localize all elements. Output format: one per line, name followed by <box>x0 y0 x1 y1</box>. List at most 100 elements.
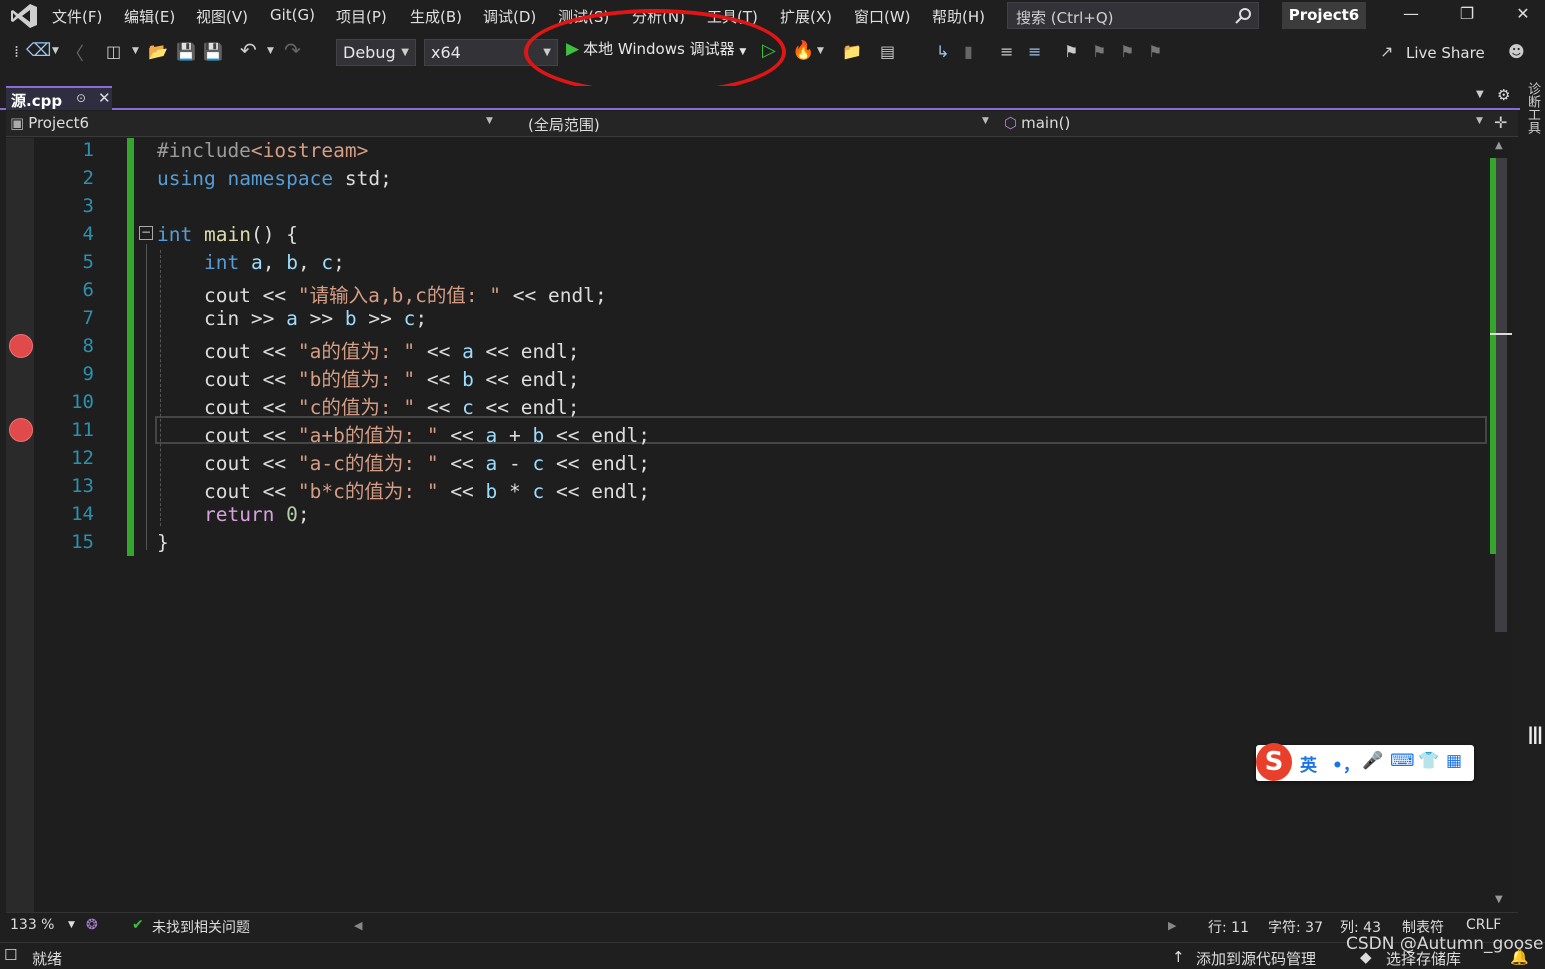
microphone-icon[interactable]: 🎤 <box>1362 751 1383 771</box>
minimize-icon[interactable]: — <box>1396 4 1426 28</box>
scroll-up-icon[interactable]: ▲ <box>1495 140 1503 151</box>
new-item-dropdown-icon[interactable]: ▼ <box>132 46 139 56</box>
line-number: 1 <box>82 139 94 161</box>
hot-reload-icon[interactable]: 🔥 <box>792 40 814 61</box>
ime-language[interactable]: 英 <box>1300 751 1317 776</box>
restore-icon[interactable]: ❐ <box>1452 4 1482 28</box>
search-input[interactable]: 搜索 (Ctrl+Q) <box>1007 2 1259 29</box>
add-to-source-control[interactable]: 添加到源代码管理 <box>1196 948 1316 969</box>
ready-status: 就绪 <box>32 950 63 968</box>
menu-extensions[interactable]: 扩展(X) <box>780 6 832 27</box>
configuration-select[interactable]: Debug ▼ <box>336 39 416 66</box>
navigation-bar: ▣ Project6 ▼ (全局范围) ▼ ⬡ main() ▼ ✛ <box>6 111 1518 137</box>
bookmark-icon[interactable]: ⚑ <box>1064 42 1078 61</box>
scroll-thumb[interactable] <box>1495 158 1507 632</box>
issues-status[interactable]: 未找到相关问题 <box>152 917 250 937</box>
sogou-logo: S <box>1256 743 1292 781</box>
search-icon <box>1235 8 1251 24</box>
pin-icon[interactable]: ⊙ <box>76 91 86 105</box>
line-number: 7 <box>82 307 94 329</box>
back-icon[interactable]: ⌫ <box>26 40 51 61</box>
window-layout-icon[interactable]: ▤ <box>880 42 895 61</box>
vertical-scrollbar[interactable]: ▲ ▼ <box>1490 138 1512 912</box>
tab-list-dropdown-icon[interactable]: ▼ <box>1476 89 1484 100</box>
breakpoint-icon[interactable] <box>9 334 33 358</box>
zoom-level[interactable]: 133 % <box>10 917 54 933</box>
char-indicator[interactable]: 字符: 37 <box>1268 917 1323 937</box>
line-ending[interactable]: CRLF <box>1466 917 1501 933</box>
nav-project-label: Project6 <box>28 114 90 132</box>
output-icon[interactable]: ☐ <box>4 946 17 964</box>
feedback-icon[interactable]: ☻ <box>1508 42 1525 61</box>
scroll-left-icon[interactable]: ◀ <box>354 919 362 932</box>
scroll-down-icon[interactable]: ▼ <box>1495 894 1503 905</box>
menu-view[interactable]: 视图(V) <box>196 6 248 27</box>
member-dropdown[interactable]: ⬡ main() <box>1004 114 1070 134</box>
live-share-button[interactable]: Live Share <box>1378 44 1485 62</box>
chevron-down-icon[interactable]: ▼ <box>486 116 493 126</box>
split-editor-icon[interactable]: ✛ <box>1494 113 1507 132</box>
solution-explorer-icon[interactable]: 📁 <box>842 42 862 61</box>
menu-help[interactable]: 帮助(H) <box>932 6 985 27</box>
menu-project[interactable]: 项目(P) <box>336 6 387 27</box>
scroll-right-icon[interactable]: ▶ <box>1168 919 1176 932</box>
undo-icon[interactable]: ↶ <box>240 38 257 62</box>
keyboard-icon[interactable]: ⌨ <box>1390 751 1415 771</box>
fold-guide <box>146 244 147 550</box>
open-folder-icon[interactable]: 📂 <box>148 42 168 61</box>
breakpoint-margin[interactable] <box>6 138 34 912</box>
line-indicator[interactable]: 行: 11 <box>1208 917 1249 937</box>
comment-icon[interactable]: ≡ <box>1000 42 1013 61</box>
save-icon[interactable]: 💾 <box>176 42 196 61</box>
bookmark-next-icon[interactable]: ⚑ <box>1120 42 1134 61</box>
line-number: 6 <box>82 279 94 301</box>
menu-file[interactable]: 文件(F) <box>52 6 102 27</box>
line-number: 14 <box>71 503 94 525</box>
intellicode-icon[interactable]: ❂ <box>86 917 98 933</box>
diagnostic-tools-tab[interactable]: 诊断工具 <box>1520 82 1542 152</box>
forward-icon[interactable]: 〈 <box>66 40 84 66</box>
menu-build[interactable]: 生成(B) <box>410 6 462 27</box>
back-dropdown-icon[interactable]: ▼ <box>52 46 59 56</box>
undo-dropdown-icon[interactable]: ▼ <box>267 46 274 56</box>
line-number: 15 <box>71 531 94 553</box>
hot-reload-dropdown-icon[interactable]: ▼ <box>817 46 824 56</box>
project-dropdown[interactable]: ▣ Project6 <box>10 114 89 134</box>
code-line: } <box>157 531 169 554</box>
menu-git[interactable]: Git(G) <box>270 6 315 24</box>
toolbox-grid-icon[interactable]: ▦ <box>1446 751 1462 771</box>
step-disabled-icon[interactable]: ▮ <box>964 42 973 61</box>
live-share-label: Live Share <box>1406 44 1485 62</box>
close-window-icon[interactable]: ✕ <box>1508 4 1538 28</box>
close-tab-icon[interactable]: ✕ <box>98 89 111 107</box>
uncomment-icon[interactable]: ≡ <box>1028 42 1041 61</box>
code-line: cout << "请输入a,b,c的值: " << endl; <box>157 284 607 307</box>
bookmark-prev-icon[interactable]: ⚑ <box>1092 42 1106 61</box>
step-icon[interactable]: ↳ <box>936 42 949 61</box>
menu-debug[interactable]: 调试(D) <box>483 6 536 27</box>
save-all-icon[interactable]: 💾 <box>203 42 223 61</box>
ime-punctuation[interactable]: •， <box>1332 751 1360 776</box>
bookmark-clear-icon[interactable]: ⚑ <box>1148 42 1162 61</box>
redo-icon[interactable]: ↷ <box>284 38 301 62</box>
skin-shirt-icon[interactable]: 👕 <box>1418 751 1439 771</box>
change-tracking-bar <box>127 138 134 556</box>
code-line: cout << "a-c的值为: " << a - c << endl; <box>157 452 650 475</box>
menu-edit[interactable]: 编辑(E) <box>124 6 175 27</box>
line-number: 10 <box>71 391 94 413</box>
settings-gear-icon[interactable]: ⚙ <box>1497 86 1510 104</box>
new-item-icon[interactable]: ◫ <box>106 42 121 61</box>
vs-logo-icon[interactable] <box>10 3 38 29</box>
chevron-down-icon[interactable]: ▼ <box>982 116 989 126</box>
editor-status-strip: 133 % ▼ ❂ ✔ 未找到相关问题 ◀ ▶ 行: 11 字符: 37 列: … <box>6 912 1518 937</box>
chevron-down-icon[interactable]: ▼ <box>1476 116 1483 126</box>
ime-toolbar[interactable]: S 英 •， 🎤 ⌨ 👕 ▦ <box>1256 743 1474 781</box>
chevron-down-icon[interactable]: ▼ <box>68 920 75 930</box>
scope-dropdown[interactable]: (全局范围) <box>528 114 600 134</box>
breakpoint-icon[interactable] <box>9 418 33 442</box>
tab-source-cpp[interactable]: 源.cpp ⊙ ✕ <box>6 86 112 110</box>
menu-window[interactable]: 窗口(W) <box>854 6 911 27</box>
project-title: Project6 <box>1282 2 1366 29</box>
code-line: using namespace std; <box>157 167 392 190</box>
collapse-icon[interactable]: − <box>139 226 153 240</box>
